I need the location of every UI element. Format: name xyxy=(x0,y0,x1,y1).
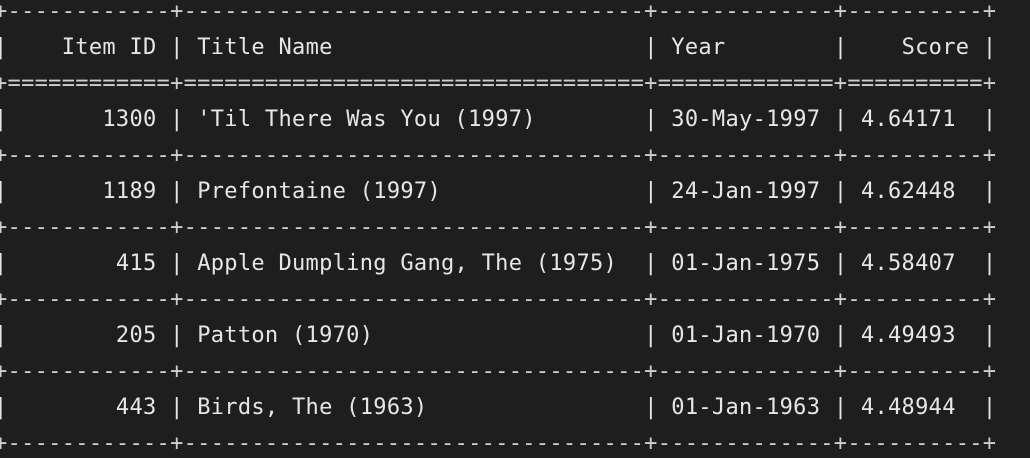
row-separator: +------------+--------------------------… xyxy=(0,359,997,384)
cell-title: Prefontaine (1997) xyxy=(197,179,442,204)
table-top-border: +------------+--------------------------… xyxy=(0,0,997,24)
cell-score: 4.48944 xyxy=(860,395,956,420)
cell-item-id: 1300 xyxy=(102,107,157,132)
table-row: | 1300 | 'Til There Was You (1997) | 30-… xyxy=(0,107,997,132)
cell-item-id: 415 xyxy=(115,251,157,276)
header-title-name: Title Name xyxy=(197,35,333,60)
header-item-id: Item ID xyxy=(61,35,157,60)
table-header-row: | Item ID | Title Name | Year | Score | xyxy=(0,35,997,60)
table-row: | 1189 | Prefontaine (1997) | 24-Jan-199… xyxy=(0,179,997,204)
cell-year: 01-Jan-1963 xyxy=(671,395,821,420)
cell-title: Patton (1970) xyxy=(197,323,374,348)
cell-item-id: 205 xyxy=(115,323,157,348)
table-bottom-border: +------------+--------------------------… xyxy=(0,431,997,456)
terminal-window: +------------+--------------------------… xyxy=(0,0,1030,458)
table-row: | 443 | Birds, The (1963) | 01-Jan-1963 … xyxy=(0,395,997,420)
cell-year: 01-Jan-1975 xyxy=(671,251,821,276)
row-separator: +------------+--------------------------… xyxy=(0,215,997,240)
table-row: | 415 | Apple Dumpling Gang, The (1975) … xyxy=(0,251,997,276)
header-score: Score xyxy=(901,35,970,60)
table-row: | 205 | Patton (1970) | 01-Jan-1970 | 4.… xyxy=(0,323,997,348)
row-separator: +------------+--------------------------… xyxy=(0,143,997,168)
header-year: Year xyxy=(671,35,726,60)
cell-score: 4.49493 xyxy=(860,323,956,348)
cell-title: Apple Dumpling Gang, The (1975) xyxy=(197,251,618,276)
cell-year: 01-Jan-1970 xyxy=(671,323,821,348)
row-separator: +------------+--------------------------… xyxy=(0,287,997,312)
ascii-results-table: +------------+--------------------------… xyxy=(0,0,996,458)
cell-year: 30-May-1997 xyxy=(671,107,821,132)
cell-year: 24-Jan-1997 xyxy=(671,179,821,204)
cell-item-id: 443 xyxy=(115,395,157,420)
cell-score: 4.58407 xyxy=(860,251,956,276)
table-header-separator: +============+==========================… xyxy=(0,71,997,96)
cell-score: 4.64171 xyxy=(860,107,956,132)
cell-title: Birds, The (1963) xyxy=(197,395,428,420)
cell-title: 'Til There Was You (1997) xyxy=(197,107,536,132)
cell-score: 4.62448 xyxy=(860,179,956,204)
cell-item-id: 1189 xyxy=(102,179,157,204)
